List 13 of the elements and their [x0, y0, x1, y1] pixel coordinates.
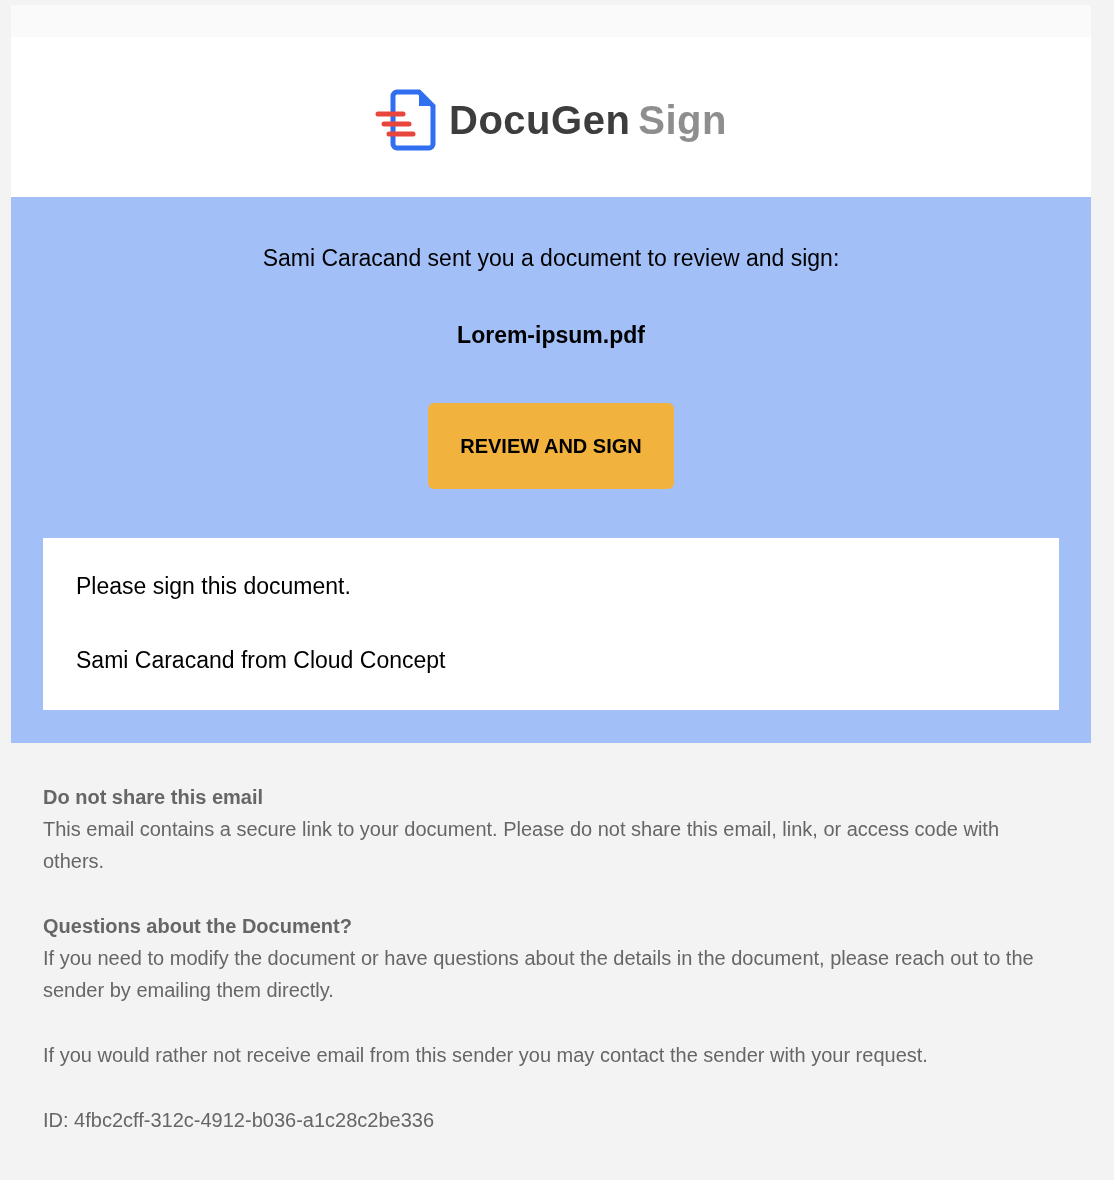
note-text: Please sign this document.: [76, 573, 352, 600]
product-name: Sign: [638, 97, 727, 143]
brand-name: DocuGen: [449, 97, 631, 143]
section-text: If you would rather not receive email from this sender you may contact the sender with your request.: [43, 1043, 929, 1068]
note-text: Sami Caracand from Cloud Concept: [76, 647, 447, 674]
invite-message: Sami Caracand sent you a document to review and sign:: [262, 245, 840, 272]
document-name: Lorem-ipsum.pdf: [457, 322, 645, 349]
section-text: ID: 4fbc2cff-312c-4912-b036-a1c28c2be336: [43, 1108, 435, 1133]
section-text: If you need to modify the document or have questions about the details in the document, please reach out to the sender by emailing them directly.: [43, 946, 1035, 1003]
section-heading: Questions about the Document?: [43, 914, 353, 939]
section-heading: Do not share this email: [43, 785, 265, 810]
review-and-sign-button[interactable]: REVIEW AND SIGN: [428, 403, 674, 489]
section-text: This email contains a secure link to your document. Please do not share this email, link, or access code with others.: [43, 817, 1000, 874]
